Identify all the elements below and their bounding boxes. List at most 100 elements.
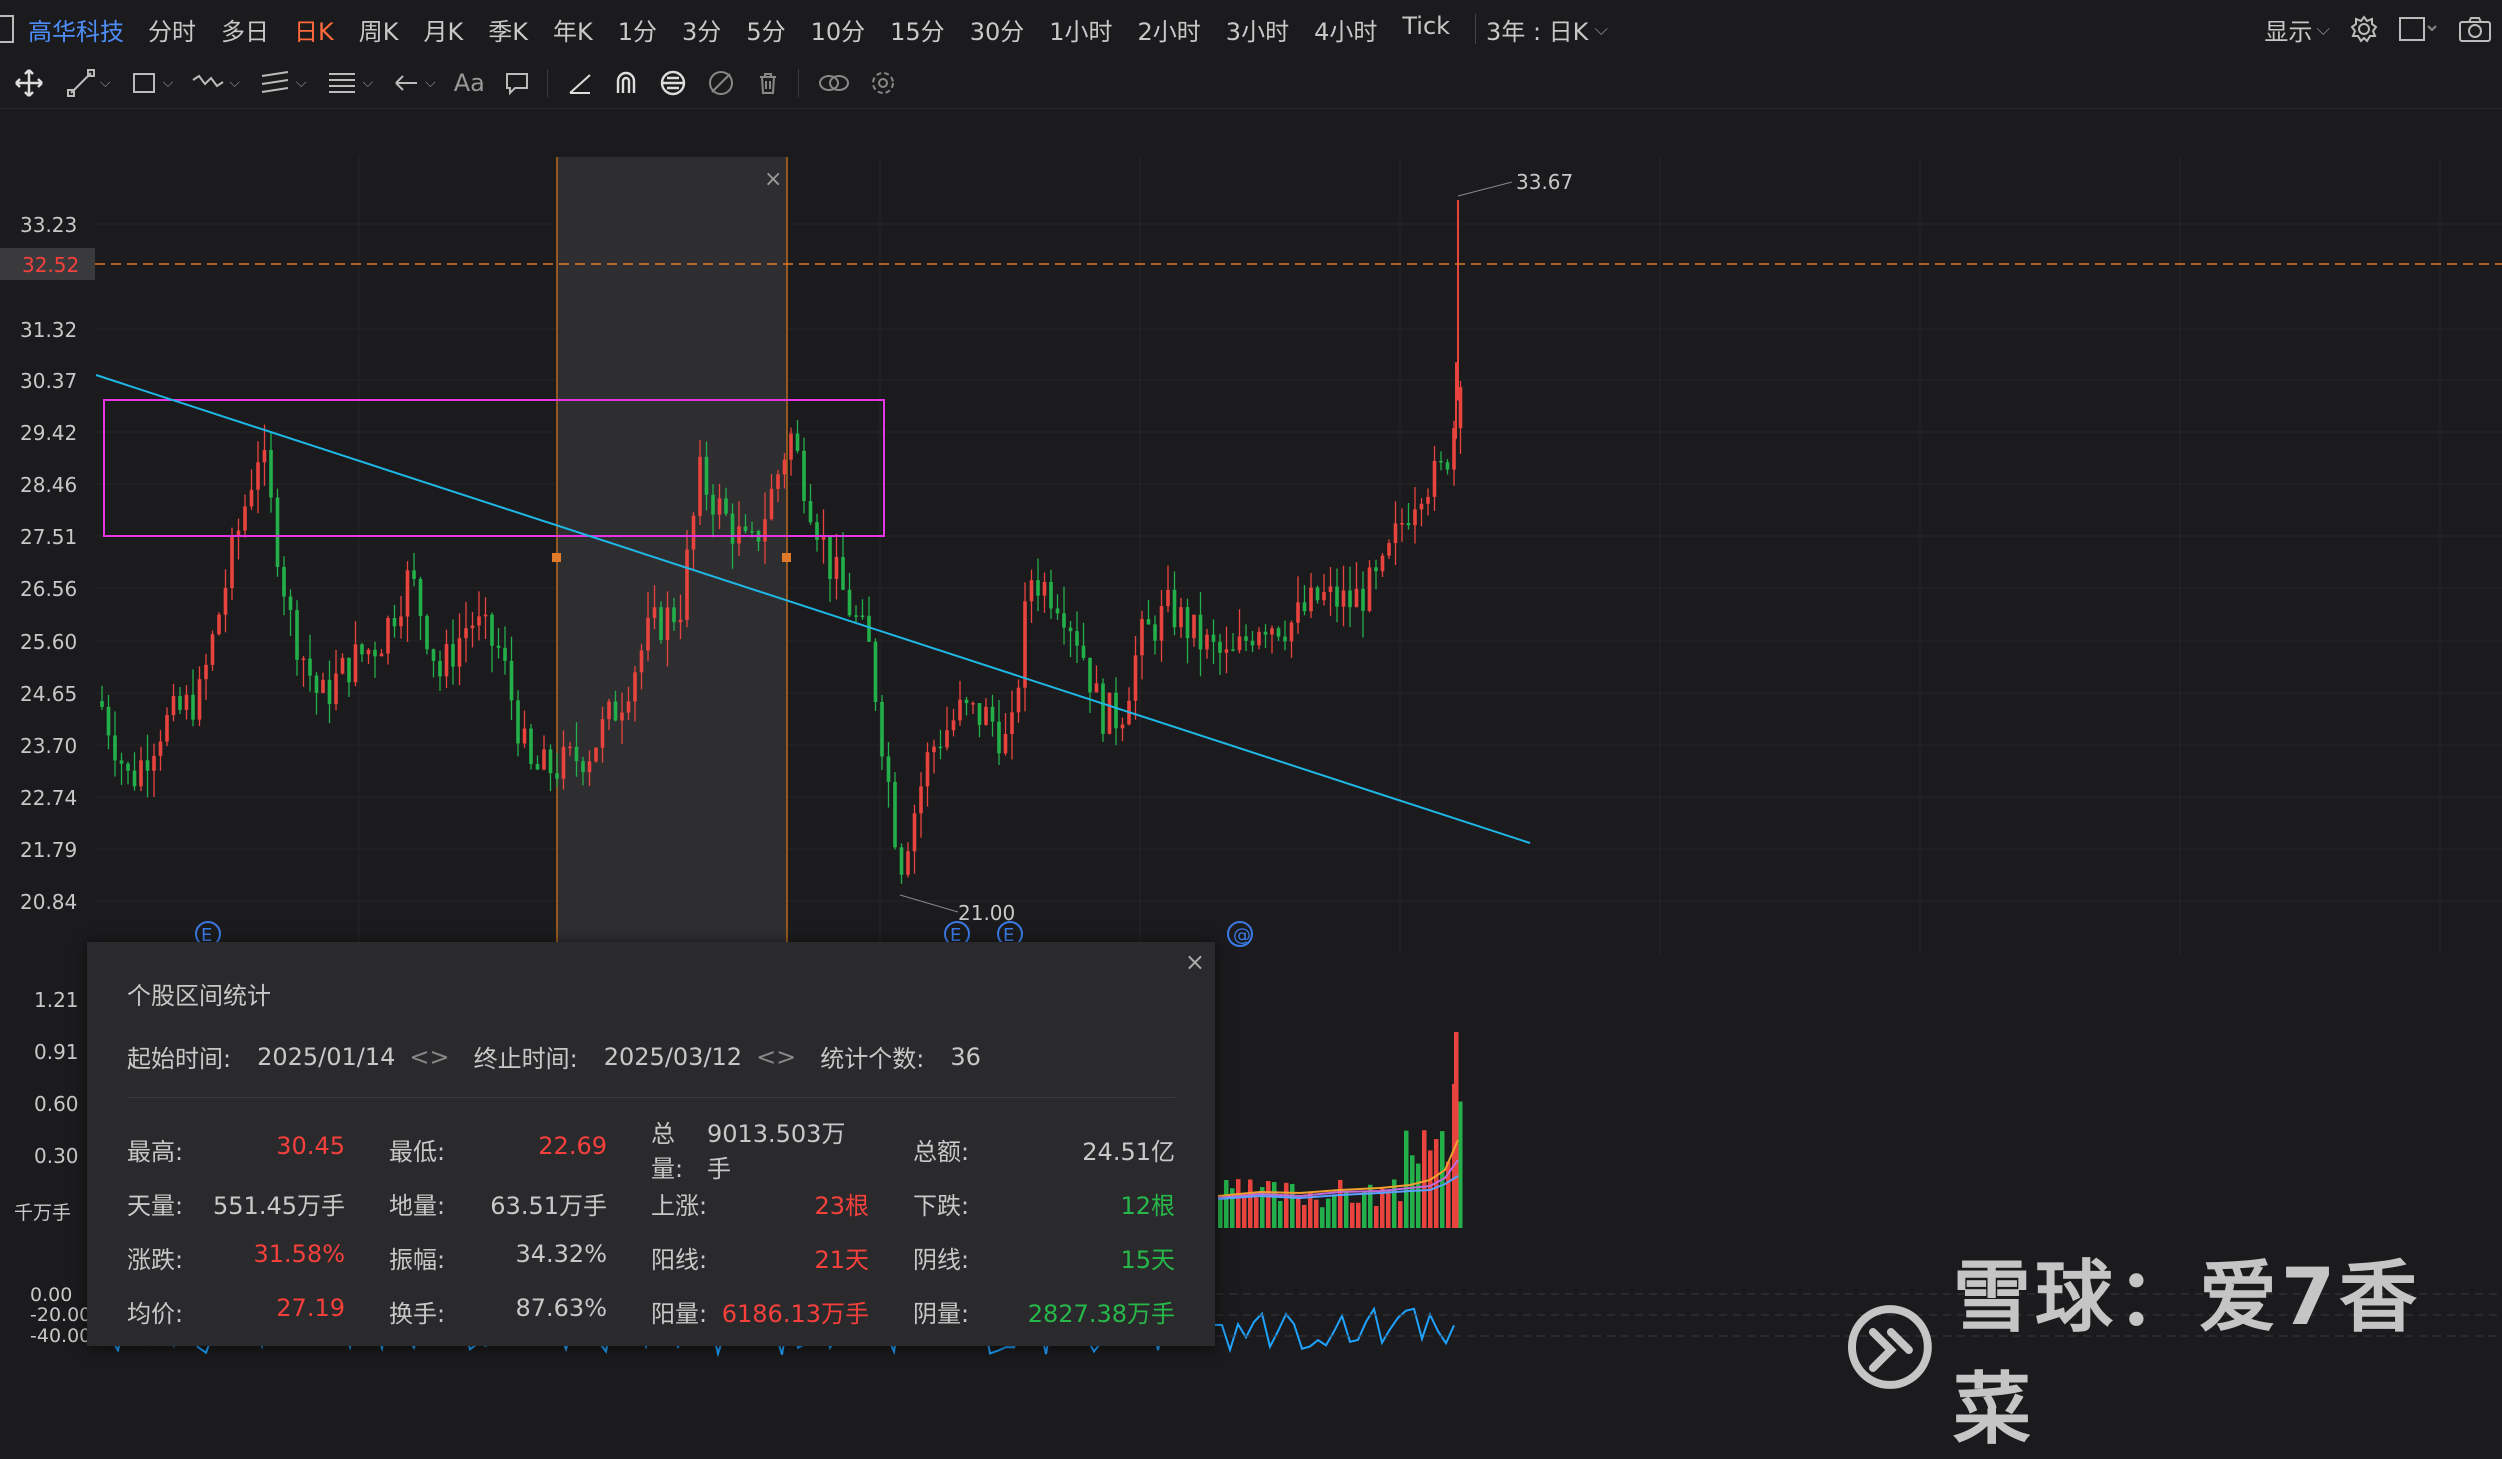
link-icon[interactable] <box>817 69 851 97</box>
candle-body <box>1166 589 1170 607</box>
candle-body <box>470 625 475 629</box>
range-selector[interactable]: 3年 : 日K <box>1486 12 1588 47</box>
candle-body <box>262 449 267 463</box>
candle-body <box>230 536 234 588</box>
eye-lock-icon[interactable] <box>658 68 688 98</box>
display-menu[interactable]: 显示 ⌵ <box>2264 12 2330 47</box>
volume-bar <box>1422 1130 1427 1228</box>
candle-body <box>971 703 975 705</box>
candle-body <box>1231 649 1235 651</box>
layout-toggle-icon[interactable] <box>0 15 14 43</box>
period-tab[interactable]: 周K <box>359 12 399 47</box>
start-adjust-icon[interactable]: <> <box>409 1043 449 1071</box>
volume-bar <box>1320 1207 1325 1228</box>
candle-body <box>522 728 527 744</box>
volume-bar <box>1326 1198 1331 1228</box>
chevron-down-icon[interactable]: ⌵ <box>1594 19 1608 40</box>
period-tab[interactable]: 15分 <box>890 12 945 47</box>
candle-body <box>1114 692 1118 729</box>
line-tool-icon[interactable]: ⌵ <box>66 68 111 98</box>
period-tab[interactable]: 3分 <box>682 12 721 47</box>
candle-body <box>490 614 494 646</box>
rectangle-tool-icon[interactable]: ⌵ <box>129 68 174 98</box>
drawing-settings-icon[interactable] <box>869 69 897 97</box>
hide-drawings-icon[interactable] <box>706 68 736 98</box>
fibonacci-tool-icon[interactable]: ⌵ <box>325 68 374 98</box>
drawing-toolbar: ⌵ ⌵ ⌵ ⌵ ⌵ ⌵ Aa <box>0 58 2502 109</box>
period-tab[interactable]: 4小时 <box>1314 12 1377 47</box>
volume-bar <box>1290 1183 1295 1228</box>
magnet-icon[interactable] <box>612 69 640 97</box>
stat-value: 63.51万手 <box>490 1191 607 1220</box>
close-icon[interactable]: × <box>1185 948 1205 976</box>
chevron-down-icon[interactable]: ⌵ <box>229 75 240 91</box>
candle-body <box>360 644 364 655</box>
candle-body <box>464 628 468 639</box>
candle-body <box>873 641 878 703</box>
period-tab[interactable]: 10分 <box>811 12 866 47</box>
candle-body <box>243 506 247 531</box>
comment-tool-icon[interactable] <box>503 69 531 97</box>
stat-cell: 阴量: 2827.38万手 <box>913 1294 1175 1329</box>
candle-body <box>379 653 384 657</box>
period-tab[interactable]: 1分 <box>618 12 657 47</box>
candle-body <box>1335 586 1339 607</box>
candle-body <box>373 649 377 657</box>
candle-body <box>1341 590 1346 607</box>
candle-body <box>444 644 449 677</box>
trash-icon[interactable] <box>754 69 782 97</box>
period-tab[interactable]: 2小时 <box>1138 12 1201 47</box>
candle-body <box>581 761 585 773</box>
candle-body <box>535 764 540 770</box>
period-tab[interactable]: 多日 <box>221 12 269 47</box>
move-icon[interactable] <box>14 68 44 98</box>
arrow-tool-icon[interactable]: ⌵ <box>391 68 436 98</box>
candle-body <box>542 749 546 770</box>
candle-body <box>613 701 618 721</box>
volume-unit: 千万手 <box>14 1202 71 1224</box>
candle-body <box>1400 523 1404 525</box>
low-price-label: 21.00 <box>958 901 1015 925</box>
end-adjust-icon[interactable]: <> <box>756 1043 796 1071</box>
candle-body <box>301 658 306 661</box>
candle-body <box>685 549 689 620</box>
period-tab[interactable]: 1小时 <box>1049 12 1112 47</box>
window-layout-icon[interactable] <box>2398 15 2438 43</box>
period-tab[interactable]: 日K <box>294 12 334 47</box>
period-tab[interactable]: 5分 <box>746 12 785 47</box>
display-label[interactable]: 显示 <box>2264 12 2312 47</box>
candle-body <box>1101 683 1105 734</box>
chevron-down-icon[interactable]: ⌵ <box>296 75 307 91</box>
period-tab[interactable]: 3小时 <box>1226 12 1289 47</box>
volume-tick: 0.60 <box>34 1092 79 1116</box>
stat-cell: 地量: 63.51万手 <box>389 1186 651 1221</box>
candle-body <box>763 519 767 542</box>
chevron-down-icon[interactable]: ⌵ <box>163 75 174 91</box>
period-tab[interactable]: 月K <box>424 12 464 47</box>
wave-tool-icon[interactable]: ⌵ <box>191 68 240 98</box>
chevron-down-icon[interactable]: ⌵ <box>363 75 374 91</box>
volume-bar <box>1266 1181 1271 1228</box>
candle-body <box>1153 624 1157 641</box>
stat-label: 最高: <box>127 1137 184 1166</box>
stat-value: 87.63% <box>515 1293 607 1322</box>
camera-icon[interactable] <box>2458 15 2492 43</box>
chevron-down-icon[interactable]: ⌵ <box>100 75 111 91</box>
candle-body <box>776 474 780 489</box>
current-price-label: 32.52 <box>22 253 79 277</box>
channel-tool-icon[interactable]: ⌵ <box>258 68 307 98</box>
period-tab[interactable]: 季K <box>488 12 528 47</box>
chevron-down-icon[interactable]: ⌵ <box>425 75 436 91</box>
stock-symbol[interactable]: 高华科技 <box>28 12 124 47</box>
candle-body <box>886 756 891 782</box>
volume-bar <box>1296 1198 1301 1228</box>
candle-body <box>1179 607 1183 628</box>
text-tool-icon[interactable]: Aa <box>454 69 485 97</box>
period-tab[interactable]: 年K <box>553 12 593 47</box>
period-tab[interactable]: 分时 <box>148 12 196 47</box>
settings-icon[interactable] <box>2350 15 2378 43</box>
period-tab[interactable]: 30分 <box>970 12 1025 47</box>
period-tab[interactable]: Tick <box>1402 12 1450 47</box>
candle-body <box>457 638 462 667</box>
ruler-tool-icon[interactable] <box>566 69 594 97</box>
